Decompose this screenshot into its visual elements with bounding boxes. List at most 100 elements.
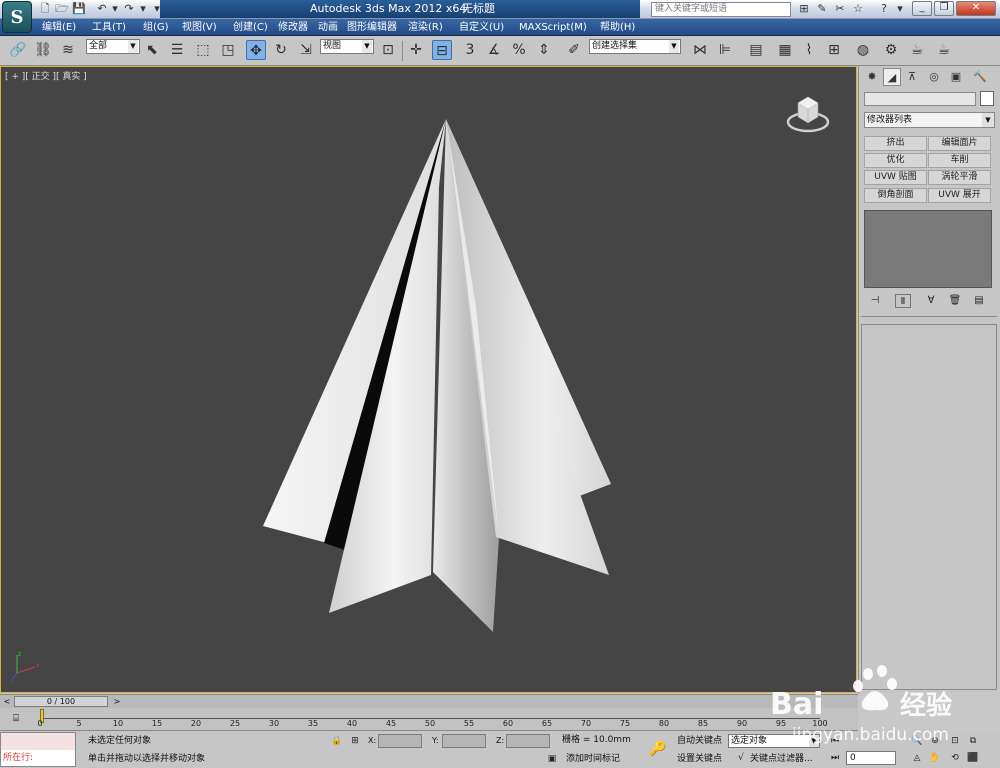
select-object-icon[interactable]: ⬉	[142, 40, 162, 60]
menu-create[interactable]: 创建(C)	[233, 20, 268, 35]
display-tab-icon[interactable]: ▣	[947, 68, 965, 86]
new-file-icon[interactable]: 🗋	[38, 2, 52, 16]
undo-icon[interactable]: ↶	[95, 2, 109, 16]
zoom-icon[interactable]: 🔍	[910, 735, 924, 748]
modifier-stack-list[interactable]	[864, 210, 992, 288]
material-editor-icon[interactable]: ◍	[853, 40, 873, 60]
minimize-button[interactable]: _	[912, 1, 932, 16]
key-target-dropdown[interactable]: 选定对象 ▼	[728, 734, 820, 748]
zoom-extents-icon[interactable]: ⊡	[948, 735, 962, 748]
auto-key-button[interactable]: 自动关键点	[677, 735, 722, 748]
paper-airplane-model[interactable]	[1, 67, 857, 693]
y-coordinate-input[interactable]	[442, 734, 486, 748]
current-frame-input[interactable]: 0	[846, 751, 896, 765]
zoom-extents-all-icon[interactable]: ⧉	[966, 735, 980, 748]
named-selection-sets-dropdown[interactable]: 创建选择集 ▼	[589, 39, 681, 54]
select-and-move-icon[interactable]: ✥	[246, 40, 266, 60]
z-coordinate-input[interactable]	[506, 734, 550, 748]
layer-manager-icon[interactable]: ▤	[746, 40, 766, 60]
viewcube-icon[interactable]	[786, 89, 830, 135]
save-file-icon[interactable]: 💾	[72, 2, 86, 16]
orbit-icon[interactable]: ⟲	[948, 752, 962, 765]
bevel-profile-button[interactable]: 倒角剖面	[864, 188, 927, 203]
edit-named-selection-icon[interactable]: ✐	[564, 40, 584, 60]
selection-lock-icon[interactable]: 🔒	[330, 735, 344, 748]
pivot-center-icon[interactable]: ⊡	[378, 40, 398, 60]
reference-coordinate-dropdown[interactable]: 视图 ▼	[320, 39, 374, 54]
open-file-icon[interactable]: 🗁	[55, 2, 69, 16]
restore-button[interactable]: ❐	[934, 1, 954, 16]
show-end-result-icon[interactable]: Ⅱ	[895, 294, 911, 308]
align-icon[interactable]: ⊫	[715, 40, 735, 60]
motion-tab-icon[interactable]: ◎	[925, 68, 943, 86]
help-dropdown-icon[interactable]: ▾	[893, 2, 907, 16]
menu-views[interactable]: 视图(V)	[182, 20, 217, 35]
object-color-swatch[interactable]	[980, 91, 994, 106]
utilities-tab-icon[interactable]: 🔨	[971, 68, 989, 86]
maxscript-output[interactable]: 所在行:	[1, 750, 75, 766]
spinner-snap-icon[interactable]: ⇕	[534, 40, 554, 60]
maxscript-listener[interactable]: 所在行:	[0, 732, 76, 767]
viewport-label[interactable]: [ + ][ 正交 ][ 真实 ]	[5, 69, 87, 82]
select-and-manipulate-icon[interactable]: ✛	[406, 40, 426, 60]
maximize-viewport-icon[interactable]: ⬛	[966, 752, 980, 765]
track-bar[interactable]: ⌸ 0 5 10 15 20 25 30 35 40 45 50 55 60 65 70 75 80 85 90 95…	[0, 708, 858, 731]
bind-to-space-warp-icon[interactable]: ≋	[58, 40, 78, 60]
edit-patch-button[interactable]: 编辑面片	[928, 136, 991, 151]
select-and-link-icon[interactable]: 🔗	[8, 40, 28, 60]
uvw-map-button[interactable]: UVW 贴图	[864, 170, 927, 185]
menu-maxscript[interactable]: MAXScript(M)	[519, 20, 587, 35]
app-logo-button[interactable]: S	[2, 1, 32, 33]
time-slider-thumb[interactable]: 0 / 100	[14, 696, 108, 707]
redo-dropdown-icon[interactable]: ▾	[136, 2, 150, 16]
render-production-icon[interactable]: ☕	[934, 40, 954, 60]
key-filters-button[interactable]: 关键点过滤器...	[750, 753, 813, 766]
time-slider-next-icon[interactable]: >	[112, 696, 122, 707]
menu-modifiers[interactable]: 修改器	[278, 20, 308, 35]
help-icon[interactable]: ?	[877, 2, 891, 16]
select-and-rotate-icon[interactable]: ↻	[271, 40, 291, 60]
modify-tab-icon[interactable]: ◢	[883, 68, 901, 86]
zoom-all-icon[interactable]: ⊕	[928, 735, 942, 748]
pan-view-icon[interactable]: ✋	[928, 752, 942, 765]
menu-graph-editors[interactable]: 图形编辑器	[347, 20, 397, 35]
add-time-tag-icon[interactable]: ▣	[545, 753, 559, 766]
set-key-button[interactable]: 设置关键点	[677, 753, 722, 766]
object-name-field[interactable]	[864, 92, 976, 106]
set-key-icon[interactable]: 🔑	[645, 737, 671, 761]
search-input[interactable]: 键入关键字或短语	[651, 2, 791, 17]
unwrap-uvw-button[interactable]: UVW 展开	[928, 188, 991, 203]
graphite-ribbon-icon[interactable]: ▦	[775, 40, 795, 60]
mini-curve-editor-icon[interactable]: ⌸	[8, 712, 24, 725]
window-crossing-icon[interactable]: ◳	[218, 40, 238, 60]
render-setup-icon[interactable]: ⚙	[881, 40, 901, 60]
optimize-button[interactable]: 优化	[864, 153, 927, 168]
go-to-start-icon[interactable]: ⏮	[828, 735, 842, 748]
undo-dropdown-icon[interactable]: ▾	[108, 2, 122, 16]
create-tab-icon[interactable]: ✸	[863, 68, 881, 86]
favorites-star-icon[interactable]: ☆	[851, 2, 865, 16]
add-time-tag-label[interactable]: 添加时间标记	[566, 753, 620, 766]
selection-filter-dropdown[interactable]: 全部 ▼	[86, 39, 140, 54]
make-unique-icon[interactable]: ∀	[923, 294, 939, 308]
configure-modifier-sets-icon[interactable]: ▤	[971, 294, 987, 308]
absolute-mode-icon[interactable]: ⊞	[348, 735, 362, 748]
schematic-view-icon[interactable]: ⊞	[824, 40, 844, 60]
communication-center-icon[interactable]: ✎	[815, 2, 829, 16]
field-of-view-icon[interactable]: ◬	[910, 752, 924, 765]
pin-stack-icon[interactable]: ⊣	[867, 294, 883, 308]
key-mode-curve-icon[interactable]: √	[734, 752, 748, 765]
close-button[interactable]: ✕	[956, 1, 996, 16]
rendered-frame-window-icon[interactable]: ☕	[907, 40, 927, 60]
key-tools-icon[interactable]: ✂	[833, 2, 847, 16]
maxscript-input[interactable]	[1, 733, 75, 749]
key-mode-toggle-icon[interactable]: ⏭	[828, 752, 842, 765]
frame-ruler[interactable]: 0 5 10 15 20 25 30 35 40 45 50 55 60 65 70 75 80 85 90 95 10…	[37, 708, 828, 730]
percent-snap-icon[interactable]: %	[509, 40, 529, 60]
binoculars-icon[interactable]: ⊞	[797, 2, 811, 16]
menu-customize[interactable]: 自定义(U)	[459, 20, 504, 35]
hierarchy-tab-icon[interactable]: ⊼	[903, 68, 921, 86]
perspective-viewport[interactable]: [ + ][ 正交 ][ 真实 ] x z	[0, 66, 857, 693]
keyboard-shortcut-override-icon[interactable]: ⊟	[432, 40, 452, 60]
menu-help[interactable]: 帮助(H)	[600, 20, 635, 35]
